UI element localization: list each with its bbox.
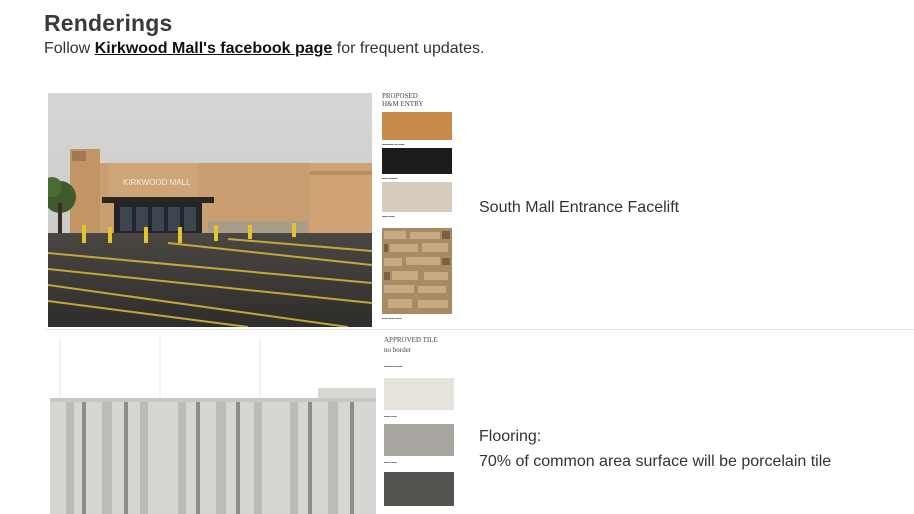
panel-title-line1: PROPOSED	[382, 92, 418, 100]
approved-tile-panel: APPROVED TILE no border ▬▬▬ ▬▬▬ ▬▬ ▬▬ ▬▬…	[382, 334, 454, 514]
copper-swatch	[382, 112, 452, 140]
flooring-caption-detail: 70% of common area surface will be porce…	[479, 453, 832, 470]
ledgestone-texture	[382, 228, 452, 314]
black-swatch-caption: ▬▬ ▬▬▬	[382, 176, 398, 180]
tile-panel-subtitle: no border	[384, 346, 412, 354]
south-entrance-caption: South Mall Entrance Facelift	[479, 199, 680, 216]
flooring-plan-drawing	[46, 332, 376, 514]
facebook-page-link[interactable]: Kirkwood Mall's facebook page	[95, 40, 333, 57]
ledgestone-swatch	[382, 228, 452, 314]
tile-strips	[50, 388, 376, 514]
south-entrance-photo: KIRKWOOD MALL	[48, 93, 372, 327]
light-grey-tile-caption: ▬▬ ▬▬	[384, 460, 397, 464]
black-swatch	[382, 148, 452, 174]
row-divider	[46, 329, 914, 330]
ledgestone-swatch-caption: ▬▬ ▬▬ ▬▬	[382, 316, 402, 320]
flooring-plan-illustration	[46, 332, 376, 514]
light-grey-tile-swatch	[384, 424, 454, 456]
white-tile-swatch	[384, 378, 454, 410]
intro-suffix: for frequent updates.	[332, 40, 485, 57]
intro-text: Follow Kirkwood Mall's facebook page for…	[44, 40, 484, 58]
tile-panel-title: APPROVED TILE	[384, 336, 438, 344]
dark-grey-tile-swatch	[384, 472, 454, 506]
stone-swatch-caption: ▬▬ ▬▬	[382, 214, 395, 218]
proposed-hm-entry-panel: PROPOSED H&M ENTRY ▬▬▬▬ ▬ ▬▬ ▬▬ ▬▬▬ ▬▬ ▬…	[380, 90, 454, 326]
page-title: Renderings	[44, 10, 173, 36]
mall-entrance-illustration: KIRKWOOD MALL	[48, 93, 372, 327]
intro-prefix: Follow	[44, 40, 95, 57]
flooring-caption-title: Flooring:	[479, 428, 542, 445]
panel-title-line2: H&M ENTRY	[382, 100, 424, 108]
stone-swatch	[382, 182, 452, 212]
white-tile-caption: ▬▬ ▬▬	[384, 414, 397, 418]
copper-swatch-caption: ▬▬▬▬ ▬ ▬▬	[382, 142, 405, 146]
mall-sign: KIRKWOOD MALL	[123, 178, 191, 187]
tile-spec-caption: ▬▬▬ ▬▬▬	[384, 364, 403, 368]
